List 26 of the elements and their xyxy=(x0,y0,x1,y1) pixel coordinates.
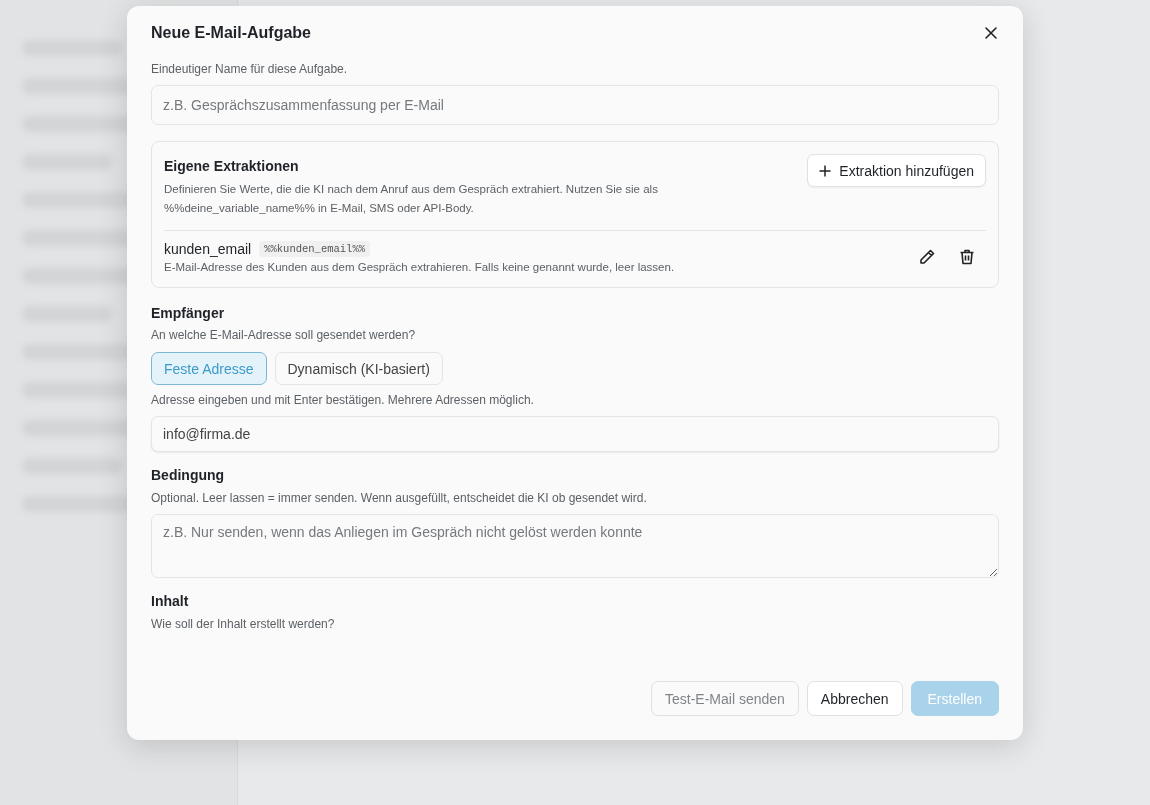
delete-button[interactable] xyxy=(958,248,976,266)
pencil-icon xyxy=(918,248,936,266)
add-extraction-button[interactable]: Extraktion hinzufügen xyxy=(807,154,986,187)
recipient-hint: An welche E-Mail-Adresse soll gesendet werden? xyxy=(151,327,417,344)
recipient-heading: Empfänger xyxy=(151,304,226,322)
plus-icon xyxy=(819,164,832,177)
edit-button[interactable] xyxy=(918,248,936,266)
content-heading: Inhalt xyxy=(151,592,190,610)
dialog-title: Neue E-Mail-Aufgabe xyxy=(151,24,311,42)
extraction-name: kunden_email xyxy=(164,241,252,257)
condition-text-area[interactable]: z.B. Nur senden, wenn das Anliegen im Gespräch nicht gelöst werden konnte xyxy=(151,514,999,578)
variable-tag: %%kunden_email%% xyxy=(259,241,370,257)
close-icon xyxy=(983,25,999,41)
name-input-field[interactable]: z.B. Gesprächszusammenfassung per E-Mail xyxy=(151,85,999,125)
content-hint: Wie soll der Inhalt erstellt werden? xyxy=(151,616,336,633)
extractions-description: Definieren Sie Werte, die die KI nach dem Anruf aus dem Gespräch extrahiert. Nutzen Sie sie als %%deine_variable_name%% in E-Mail, SMS oder API-Body. xyxy=(164,182,659,216)
cancel-button[interactable]: Abbrechen xyxy=(806,681,903,716)
name-hint: Eindeutiger Name für diese Aufgabe. xyxy=(151,61,349,78)
extractions-title: Eigene Extraktionen xyxy=(164,158,300,174)
address-input-field[interactable]: info@firma.de xyxy=(151,416,999,452)
trash-icon xyxy=(958,248,976,266)
address-hint: Adresse eingeben und mit Enter bestätigen. Mehrere Adressen möglich. xyxy=(151,392,535,409)
condition-heading: Bedingung xyxy=(151,466,226,484)
condition-hint: Optional. Leer lassen = immer senden. Wenn ausgefüllt, entscheidet die KI ob gesendet wird. xyxy=(151,490,648,507)
extraction-description: E-Mail-Adresse des Kunden aus dem Gespräch extrahieren. Falls keine genannt wurde, leer lassen. xyxy=(164,261,675,273)
recipient-mode-toggle[interactable]: Dynamisch (KI-basiert) xyxy=(274,352,443,385)
